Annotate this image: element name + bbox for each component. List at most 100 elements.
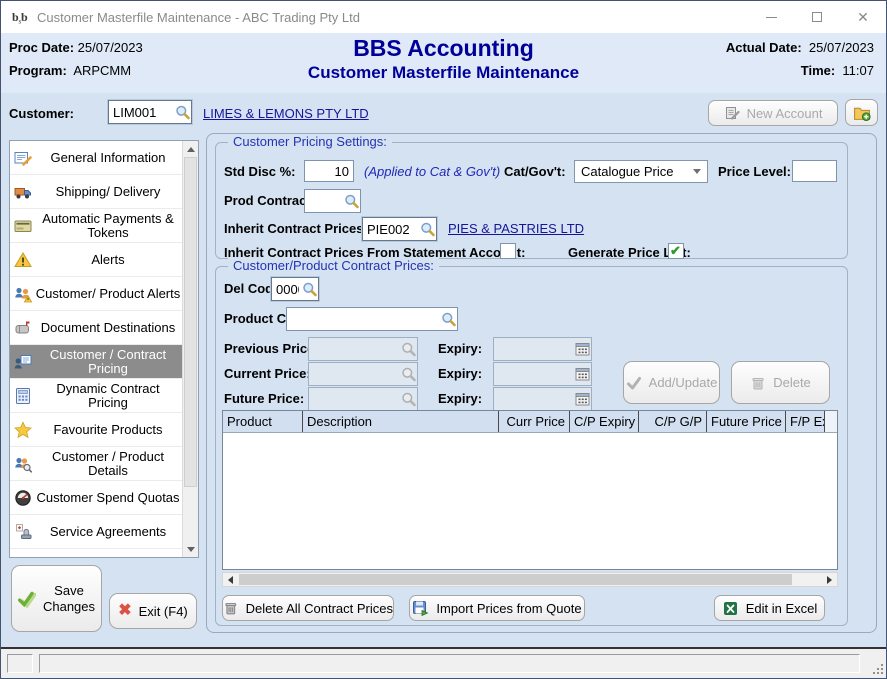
- inherit-account-link[interactable]: PIES & PASTRIES LTD: [448, 221, 584, 236]
- maximize-icon: [812, 12, 822, 22]
- search-icon[interactable]: [301, 281, 318, 297]
- sidebar-item-shipping-delivery[interactable]: Shipping/ Delivery: [10, 175, 183, 209]
- table-body: [223, 433, 837, 570]
- prod-contract-field[interactable]: [304, 189, 361, 213]
- sidebar-item-dynamic-contract-pricing[interactable]: Dynamic Contract Pricing: [10, 379, 183, 413]
- edit-in-excel-button[interactable]: Edit in Excel: [714, 595, 825, 621]
- delete-all-contract-prices-button[interactable]: Delete All Contract Prices: [222, 595, 394, 621]
- table-header-row: Product Description Curr Price C/P Expir…: [223, 411, 837, 433]
- header-center: BBS Accounting Customer Masterfile Maint…: [308, 34, 579, 84]
- sidebar-scrollbar-thumb[interactable]: [184, 157, 197, 487]
- close-button[interactable]: ✕: [840, 1, 886, 33]
- open-account-folder-button[interactable]: [845, 99, 878, 126]
- import-prices-from-quote-button[interactable]: Import Prices from Quote: [409, 595, 585, 621]
- main-panel: Customer Pricing Settings: Std Disc %: (…: [206, 133, 877, 633]
- import-icon: [412, 600, 429, 617]
- column-header-cp-expiry[interactable]: C/P Expiry: [570, 411, 639, 432]
- general-information-icon: [13, 149, 33, 167]
- sidebar-item-general-information[interactable]: General Information: [10, 141, 183, 175]
- applied-note: (Applied to Cat & Gov't): [364, 164, 500, 179]
- customer-bar: Customer: LIMES & LEMONS PTY LTD New Acc…: [1, 93, 886, 134]
- header-left: Proc Date: 25/07/2023 Program: ARPCMM: [9, 40, 143, 86]
- scroll-down-icon[interactable]: [183, 541, 199, 557]
- search-icon[interactable]: [440, 311, 457, 327]
- exit-x-icon: ✖: [118, 603, 131, 619]
- save-changes-button[interactable]: Save Changes: [11, 565, 102, 632]
- del-code-field[interactable]: [271, 277, 319, 301]
- customer-name-link[interactable]: LIMES & LEMONS PTY LTD: [203, 106, 369, 121]
- sidebar-list: General Information Shipping/ Delivery A…: [10, 141, 183, 549]
- column-header-description[interactable]: Description: [303, 411, 499, 432]
- column-header-curr-price[interactable]: Curr Price: [499, 411, 570, 432]
- sidebar-item-automatic-payments[interactable]: Automatic Payments & Tokens: [10, 209, 183, 243]
- column-header-product[interactable]: Product: [223, 411, 303, 432]
- sidebar-item-alerts[interactable]: Alerts: [10, 243, 183, 277]
- current-expiry-field: [493, 362, 592, 386]
- product-code-field[interactable]: [286, 307, 458, 331]
- cat-gov-value: Catalogue Price: [581, 164, 674, 179]
- delete-label: Delete: [773, 375, 811, 390]
- scroll-up-icon[interactable]: [183, 141, 199, 157]
- horizontal-scrollbar-thumb[interactable]: [239, 574, 792, 585]
- search-icon: [400, 341, 417, 357]
- sidebar-scrollbar[interactable]: [182, 141, 198, 557]
- customer-code-field[interactable]: [108, 100, 192, 124]
- current-price-input: [309, 367, 400, 382]
- screen-title: Customer Masterfile Maintenance: [308, 62, 579, 84]
- search-icon[interactable]: [174, 104, 191, 120]
- column-header-future-price[interactable]: Future Price: [707, 411, 786, 432]
- search-icon: [400, 391, 417, 407]
- scroll-left-icon[interactable]: [223, 573, 238, 586]
- sidebar-item-customer-product-alerts[interactable]: Customer/ Product Alerts: [10, 277, 183, 311]
- import-label: Import Prices from Quote: [436, 601, 581, 616]
- credit-card-icon: [13, 217, 33, 235]
- sidebar-item-customer-spend-quotas[interactable]: Customer Spend Quotas: [10, 481, 183, 515]
- column-header-fp-ex[interactable]: F/P Ex: [786, 411, 825, 432]
- gauge-icon: [13, 489, 33, 507]
- column-header-cp-gp[interactable]: C/P G/P: [639, 411, 707, 432]
- column-header-filler: [825, 411, 837, 432]
- customer-code-input[interactable]: [109, 105, 174, 120]
- inherit-contract-field[interactable]: [362, 217, 437, 241]
- proc-date-label: Proc Date:: [9, 40, 74, 55]
- add-update-button: Add/Update: [623, 361, 720, 404]
- scroll-right-icon[interactable]: [822, 573, 837, 586]
- search-icon[interactable]: [343, 193, 360, 209]
- maximize-button[interactable]: [794, 1, 840, 33]
- future-expiry-field: [493, 387, 592, 411]
- chevron-down-icon[interactable]: [687, 169, 707, 174]
- search-icon[interactable]: [419, 221, 436, 237]
- resize-grip[interactable]: [871, 662, 883, 674]
- product-code-input[interactable]: [287, 312, 440, 327]
- actual-date-label: Actual Date:: [726, 40, 802, 55]
- generate-price-list-checkbox[interactable]: [668, 243, 684, 259]
- future-expiry-input: [494, 392, 574, 407]
- inherit-contract-input[interactable]: [363, 222, 419, 237]
- app-window: Customer Masterfile Maintenance - ABC Tr…: [0, 0, 887, 679]
- calculator-icon: [13, 387, 33, 405]
- current-price-field: [308, 362, 418, 386]
- folder-add-icon: [853, 104, 871, 122]
- std-disc-input[interactable]: [304, 160, 354, 182]
- sidebar-item-document-destinations[interactable]: Document Destinations: [10, 311, 183, 345]
- previous-expiry-label: Expiry:: [438, 341, 482, 356]
- sidebar-item-customer-product-details[interactable]: Customer / Product Details: [10, 447, 183, 481]
- std-disc-label: Std Disc %:: [224, 164, 296, 179]
- prod-contract-input[interactable]: [305, 194, 343, 209]
- del-code-input[interactable]: [272, 282, 301, 297]
- sidebar-item-service-agreements[interactable]: Service Agreements: [10, 515, 183, 549]
- add-update-label: Add/Update: [649, 375, 718, 390]
- inherit-statement-checkbox[interactable]: [500, 243, 516, 259]
- sidebar-item-customer-contract-pricing[interactable]: Customer / Contract Pricing: [10, 345, 183, 379]
- cat-gov-label: Cat/Gov't:: [504, 164, 566, 179]
- price-level-input[interactable]: [792, 160, 837, 182]
- contract-pricing-icon: [13, 353, 33, 371]
- cat-gov-select[interactable]: Catalogue Price: [574, 160, 708, 183]
- sidebar-item-favourite-products[interactable]: Favourite Products: [10, 413, 183, 447]
- minimize-button[interactable]: [748, 1, 794, 33]
- current-expiry-label: Expiry:: [438, 366, 482, 381]
- status-cell-left: [7, 654, 33, 673]
- table-horizontal-scrollbar[interactable]: [222, 572, 838, 587]
- exit-button[interactable]: ✖ Exit (F4): [109, 593, 197, 629]
- customer-product-details-icon: [13, 455, 33, 473]
